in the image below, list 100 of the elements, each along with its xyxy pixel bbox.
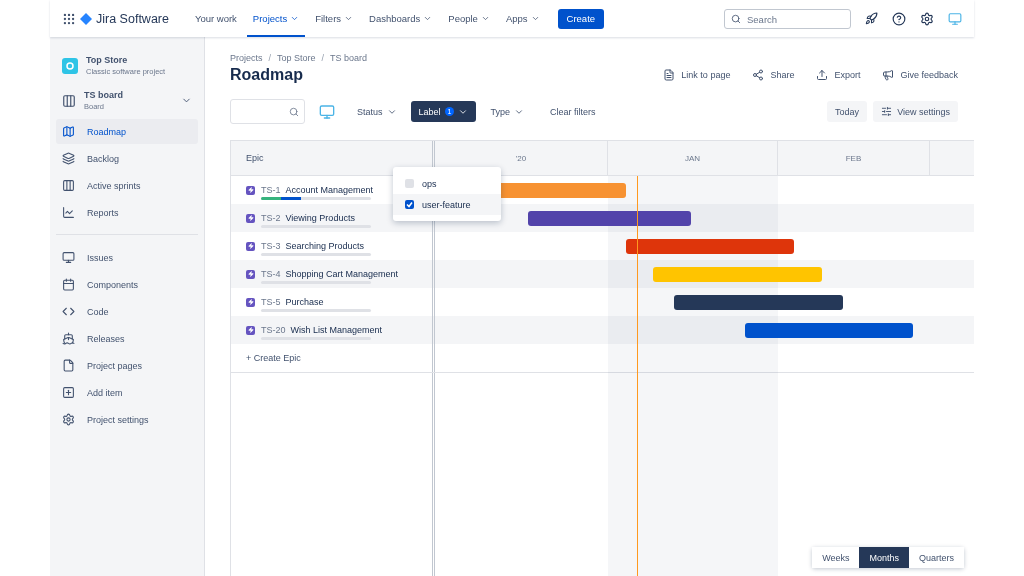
nav-item[interactable]: Apps [499, 0, 546, 37]
project-name: Top Store [86, 55, 129, 65]
roadmap-icon [62, 125, 75, 138]
sidebar-item[interactable]: Releases [56, 326, 198, 351]
action-button[interactable]: Give feedback [882, 69, 958, 81]
action-button[interactable]: Export [816, 69, 861, 81]
filter-button[interactable]: Status [349, 101, 405, 122]
monitor-icon [62, 251, 75, 264]
breadcrumb-separator: / [268, 53, 272, 63]
month-header: JAN [608, 141, 778, 175]
layers-icon [62, 152, 75, 165]
ship-icon [62, 332, 75, 345]
chevron-icon [423, 14, 433, 23]
checkbox[interactable] [405, 200, 414, 209]
monitor-icon[interactable] [948, 11, 962, 26]
rocket-icon[interactable] [865, 12, 878, 25]
epic-name[interactable]: Account Management [285, 185, 374, 195]
timescale-tab[interactable]: Months [859, 547, 909, 568]
line-chart-icon [62, 206, 75, 219]
breadcrumb-link[interactable]: Top Store [277, 53, 316, 63]
document-icon [663, 69, 676, 81]
epic-icon [246, 241, 255, 251]
month-header: '20 [435, 141, 608, 175]
chevron-icon [344, 14, 354, 23]
search-field[interactable] [230, 99, 305, 124]
sidebar-item[interactable]: Reports [56, 200, 198, 225]
monitor-icon[interactable] [319, 103, 335, 120]
create-epic-button[interactable]: + Create Epic [246, 353, 301, 363]
epic-icon [246, 297, 255, 307]
epic-key[interactable]: TS-1 [261, 185, 281, 195]
search-icon [731, 13, 741, 24]
epic-key[interactable]: TS-4 [261, 269, 281, 279]
sidebar-item[interactable]: Project pages [56, 353, 198, 378]
help-icon[interactable] [892, 11, 906, 26]
breadcrumb-separator: / [321, 53, 325, 63]
filter-button[interactable]: Type [482, 101, 532, 122]
add-icon [62, 386, 75, 399]
epic-name[interactable]: Viewing Products [285, 213, 355, 223]
checkbox[interactable] [405, 179, 414, 188]
menu-item[interactable]: ops [393, 173, 501, 194]
epic-name[interactable]: Searching Products [285, 241, 365, 251]
sidebar-item[interactable]: Code [56, 299, 198, 324]
create-button[interactable]: Create [557, 8, 605, 29]
clear-filters-button[interactable]: Clear filters [541, 101, 604, 122]
action-button[interactable]: Share [752, 69, 795, 81]
epic-name[interactable]: Wish List Management [290, 325, 383, 335]
board-name[interactable]: TS board [84, 90, 173, 100]
epic-icon [246, 269, 255, 279]
settings-icon[interactable] [920, 11, 934, 26]
code-icon [62, 305, 75, 318]
breadcrumb-link[interactable]: Projects [230, 53, 263, 63]
share-icon [752, 69, 765, 81]
menu-label: user-feature [422, 199, 471, 210]
calendar-icon [62, 278, 75, 291]
month-header: FEB [778, 141, 930, 175]
epic-name[interactable]: Shopping Cart Management [285, 269, 399, 279]
sidebar-item[interactable]: Components [56, 272, 198, 297]
sidebar-item[interactable]: Roadmap [56, 119, 198, 144]
epic-icon [246, 213, 255, 223]
epic-key[interactable]: TS-3 [261, 241, 281, 251]
sidebar-item[interactable]: Project settings [56, 407, 198, 432]
product-logo[interactable]: Jira Software [80, 11, 169, 26]
sidebar-item[interactable]: Active sprints [56, 173, 198, 198]
today-button[interactable]: Today [827, 101, 868, 122]
epic-name[interactable]: Purchase [285, 297, 324, 307]
megaphone-icon [882, 69, 895, 81]
epic-icon [246, 325, 255, 335]
epic-icon [246, 185, 255, 195]
action-button[interactable]: Link to page [663, 69, 731, 81]
epic-key[interactable]: TS-20 [261, 325, 286, 335]
sidebar-item[interactable]: Add item [56, 380, 198, 405]
chevron-icon [480, 14, 490, 23]
export-icon [816, 69, 829, 81]
nav-item[interactable]: Dashboards [363, 0, 439, 37]
sidebar-item[interactable]: Issues [56, 245, 198, 270]
nav-item[interactable]: People [442, 0, 496, 37]
timescale-tab[interactable]: Quarters [909, 547, 964, 568]
view-settings-button[interactable]: View settings [873, 101, 958, 122]
search-icon [289, 106, 299, 117]
search-field[interactable]: Search [724, 9, 851, 29]
sliders-icon [881, 106, 893, 117]
settings-icon [62, 413, 75, 426]
project-avatar [62, 57, 78, 74]
page-title: Roadmap [230, 66, 303, 84]
menu-item[interactable]: user-feature [393, 194, 501, 215]
epic-key[interactable]: TS-2 [261, 213, 281, 223]
document-icon [62, 359, 75, 372]
nav-item[interactable]: Your work [188, 0, 243, 37]
sidebar-item[interactable]: Backlog [56, 146, 198, 171]
chevron-icon [290, 14, 300, 23]
timescale-tab[interactable]: Weeks [812, 547, 860, 568]
nav-item[interactable]: Projects [246, 0, 306, 37]
menu-label: ops [422, 178, 437, 189]
nav-item[interactable]: Filters [309, 0, 360, 37]
chevron-icon [530, 14, 540, 23]
breadcrumb-link[interactable]: TS board [330, 53, 368, 63]
columns-icon [62, 179, 75, 192]
app-switcher-icon[interactable] [62, 11, 76, 26]
board-icon [62, 93, 76, 108]
epic-key[interactable]: TS-5 [261, 297, 281, 307]
